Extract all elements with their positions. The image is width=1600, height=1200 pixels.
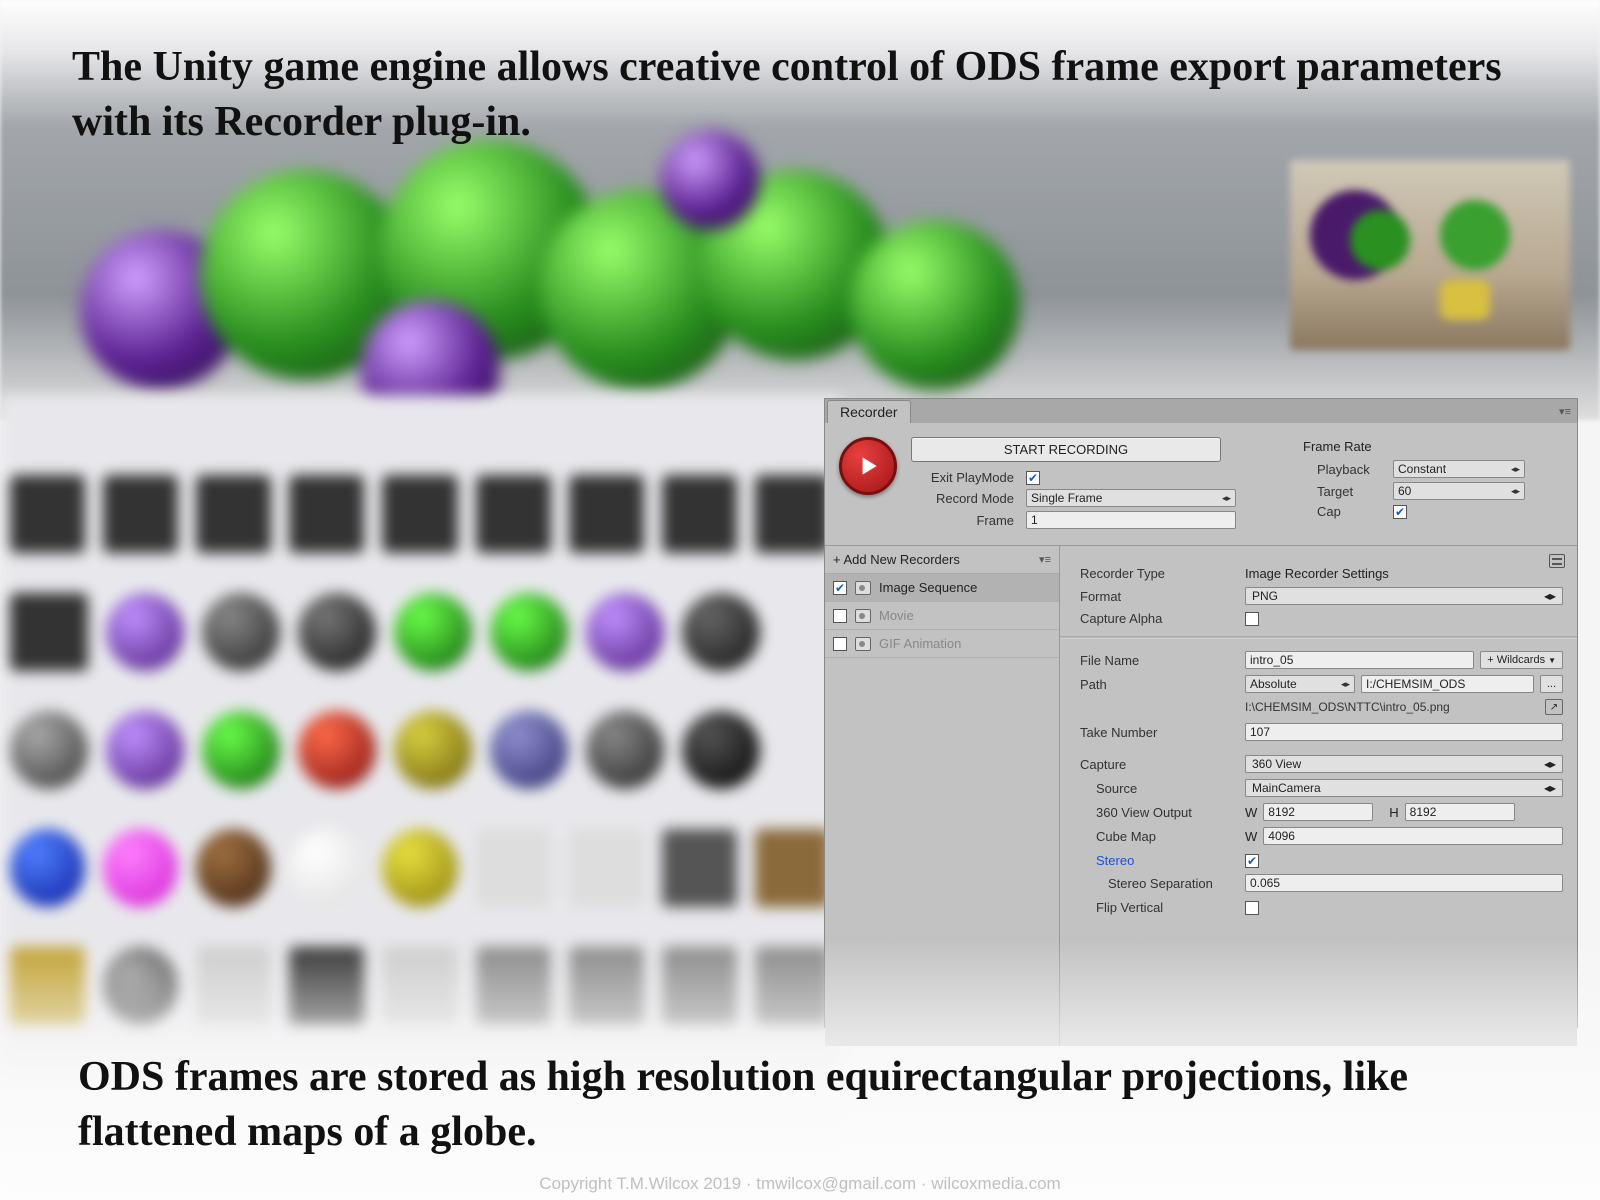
recorder-item-gif[interactable]: GIF Animation bbox=[825, 630, 1059, 658]
record-play-button[interactable] bbox=[839, 437, 897, 495]
target-label: Target bbox=[1303, 484, 1393, 499]
cubemap-label: Cube Map bbox=[1080, 829, 1245, 844]
recorder-item-checkbox[interactable] bbox=[833, 609, 847, 623]
file-name-label: File Name bbox=[1080, 653, 1245, 668]
cubemap-w-label: W bbox=[1245, 829, 1257, 844]
path-mode-select[interactable]: Absolute◂▸ bbox=[1245, 675, 1355, 693]
tab-bar: Recorder ▾≡ bbox=[825, 399, 1577, 423]
cubemap-w-input[interactable]: 4096 bbox=[1263, 827, 1563, 845]
stereo-sep-label: Stereo Separation bbox=[1080, 876, 1245, 891]
copyright-text: Copyright T.M.Wilcox 2019 · tmwilcox@gma… bbox=[0, 1174, 1600, 1194]
take-number-input[interactable]: 107 bbox=[1245, 723, 1563, 741]
recorder-type-label: Recorder Type bbox=[1080, 566, 1245, 581]
exit-playmode-label: Exit PlayMode bbox=[911, 470, 1026, 485]
path-readonly: I:\CHEMSIM_ODS\NTTC\intro_05.png bbox=[1245, 700, 1539, 714]
view-output-label: 360 View Output bbox=[1080, 805, 1245, 820]
preset-icon[interactable] bbox=[1549, 554, 1565, 568]
wildcards-button[interactable]: + Wildcards▼ bbox=[1480, 651, 1563, 669]
recorder-item-label: Movie bbox=[879, 608, 914, 623]
framerate-title: Frame Rate bbox=[1303, 439, 1563, 454]
bg-spheres bbox=[60, 130, 960, 430]
headline-bottom: ODS frames are stored as high resolution… bbox=[78, 1050, 1540, 1159]
panel-menu-icon[interactable]: ▾≡ bbox=[1559, 405, 1571, 418]
bg-mini-scene bbox=[1290, 160, 1570, 350]
record-mode-label: Record Mode bbox=[911, 491, 1026, 506]
cap-checkbox[interactable] bbox=[1393, 505, 1407, 519]
view-w-input[interactable]: 8192 bbox=[1263, 803, 1373, 821]
source-label: Source bbox=[1080, 781, 1245, 796]
recorder-item-image-sequence[interactable]: Image Sequence bbox=[825, 574, 1059, 602]
playback-label: Playback bbox=[1303, 462, 1393, 477]
capture-alpha-label: Capture Alpha bbox=[1080, 611, 1245, 626]
stereo-label[interactable]: Stereo bbox=[1080, 853, 1245, 868]
image-icon bbox=[855, 581, 871, 595]
stereo-checkbox[interactable] bbox=[1245, 854, 1259, 868]
format-label: Format bbox=[1080, 589, 1245, 604]
flip-checkbox[interactable] bbox=[1245, 901, 1259, 915]
recorder-item-checkbox[interactable] bbox=[833, 581, 847, 595]
view-w-label: W bbox=[1245, 805, 1257, 820]
recorder-type-value: Image Recorder Settings bbox=[1245, 566, 1389, 581]
movie-icon bbox=[855, 609, 871, 623]
path-label: Path bbox=[1080, 677, 1245, 692]
format-select[interactable]: PNG◂▸ bbox=[1245, 587, 1563, 605]
playback-select[interactable]: Constant◂▸ bbox=[1393, 460, 1525, 478]
play-icon bbox=[855, 453, 881, 479]
recorder-panel: Recorder ▾≡ START RECORDING Exit PlayMod… bbox=[824, 398, 1578, 1028]
flip-label: Flip Vertical bbox=[1080, 900, 1245, 915]
capture-select[interactable]: 360 View◂▸ bbox=[1245, 755, 1563, 773]
record-mode-select[interactable]: Single Frame◂▸ bbox=[1026, 489, 1236, 507]
gif-icon bbox=[855, 637, 871, 651]
divider bbox=[1060, 636, 1577, 639]
path-input[interactable]: I:/CHEMSIM_ODS bbox=[1361, 675, 1534, 693]
stereo-sep-input[interactable]: 0.065 bbox=[1245, 874, 1563, 892]
open-folder-icon[interactable]: ↗ bbox=[1545, 699, 1563, 715]
file-name-input[interactable]: intro_05 bbox=[1245, 651, 1474, 669]
capture-label: Capture bbox=[1080, 757, 1245, 772]
recorder-item-label: GIF Animation bbox=[879, 636, 961, 651]
capture-alpha-checkbox[interactable] bbox=[1245, 612, 1259, 626]
recorder-item-checkbox[interactable] bbox=[833, 637, 847, 651]
recorder-item-label: Image Sequence bbox=[879, 580, 977, 595]
take-number-label: Take Number bbox=[1080, 725, 1245, 740]
exit-playmode-checkbox[interactable] bbox=[1026, 471, 1040, 485]
start-recording-button[interactable]: START RECORDING bbox=[911, 437, 1221, 462]
recorder-item-movie[interactable]: Movie bbox=[825, 602, 1059, 630]
target-select[interactable]: 60◂▸ bbox=[1393, 482, 1525, 500]
view-h-input[interactable]: 8192 bbox=[1405, 803, 1515, 821]
headline-top: The Unity game engine allows creative co… bbox=[72, 40, 1540, 149]
frame-input[interactable]: 1 bbox=[1026, 511, 1236, 529]
frame-label: Frame bbox=[911, 513, 1026, 528]
source-select[interactable]: MainCamera◂▸ bbox=[1245, 779, 1563, 797]
add-recorder-button[interactable]: + Add New Recorders▾≡ bbox=[825, 546, 1059, 574]
tab-recorder[interactable]: Recorder bbox=[827, 400, 911, 423]
cap-label: Cap bbox=[1303, 504, 1393, 519]
path-browse-button[interactable]: ... bbox=[1540, 675, 1563, 693]
view-h-label: H bbox=[1389, 805, 1398, 820]
